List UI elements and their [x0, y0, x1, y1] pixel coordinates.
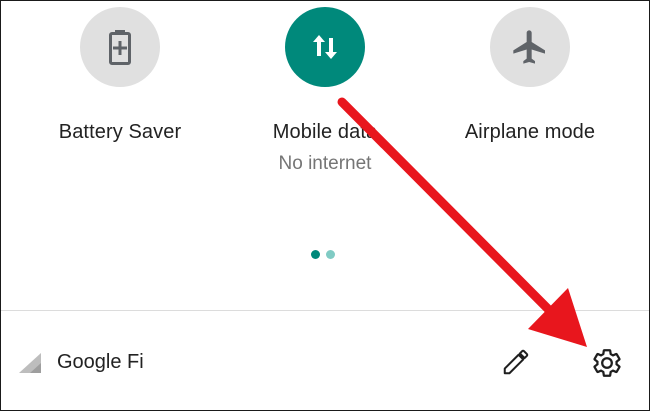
pencil-icon	[503, 349, 529, 375]
edit-button[interactable]	[501, 347, 531, 377]
tile-label: Mobile data	[272, 121, 378, 143]
network-name: Google Fi	[57, 351, 144, 373]
gear-icon	[593, 349, 621, 377]
mobile-data-icon	[313, 35, 337, 59]
battery-saver-icon	[109, 30, 131, 65]
footer-divider	[1, 310, 649, 311]
page-dot-active[interactable]	[311, 250, 320, 259]
page-dot[interactable]	[326, 250, 335, 259]
airplane-mode-toggle[interactable]	[490, 7, 570, 87]
airplane-icon	[513, 30, 545, 64]
battery-saver-toggle[interactable]	[80, 7, 160, 87]
page-indicator	[311, 250, 335, 259]
signal-icon	[19, 353, 41, 373]
tile-label: Airplane mode	[464, 121, 596, 143]
mobile-data-toggle[interactable]	[285, 7, 365, 87]
quick-settings-panel: Battery Saver Mobile data No internet Ai…	[0, 0, 650, 411]
tile-label: Battery Saver	[58, 121, 182, 143]
settings-button[interactable]	[591, 347, 623, 379]
tile-sublabel: No internet	[278, 153, 372, 174]
